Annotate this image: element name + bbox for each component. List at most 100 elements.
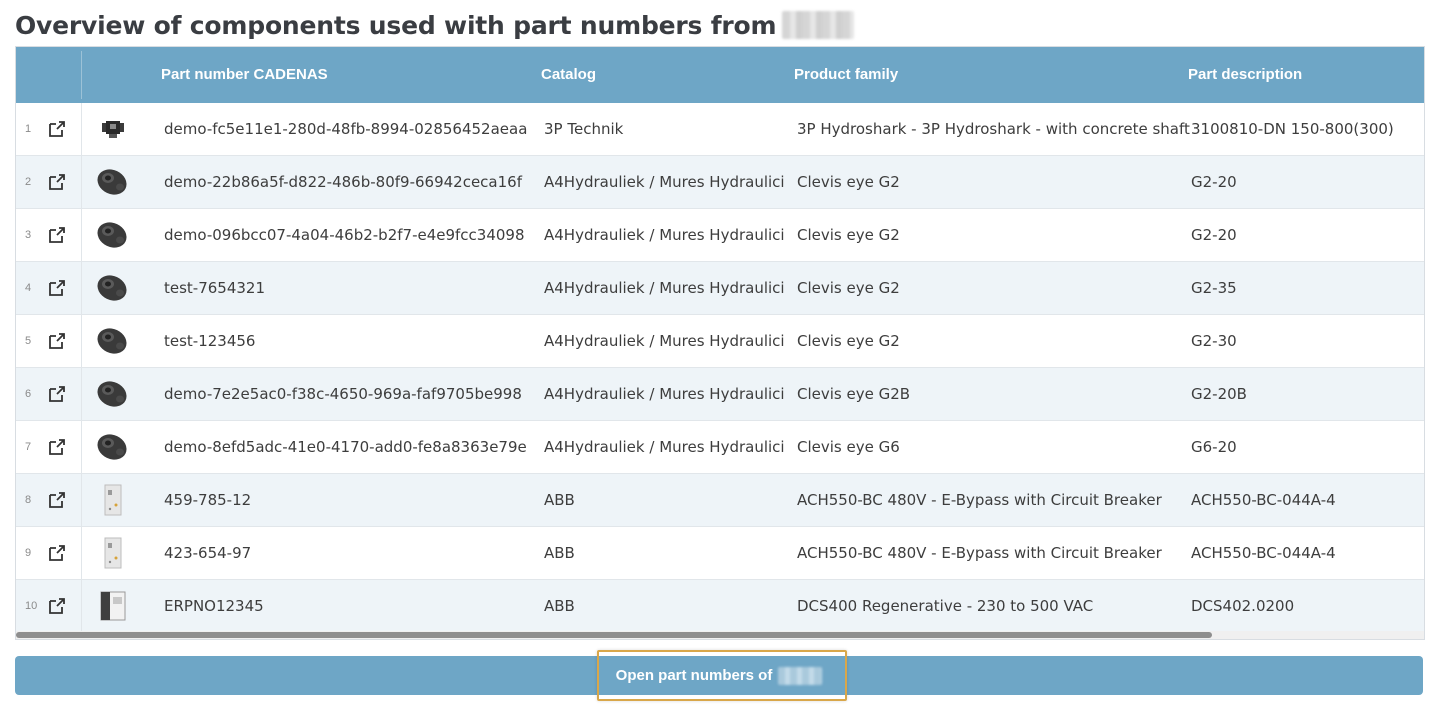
clevis-eye-thumbnail[interactable]	[96, 218, 130, 252]
drive-thumbnail[interactable]	[96, 589, 130, 623]
open-external-icon[interactable]	[48, 544, 66, 562]
row-index: 6	[25, 388, 32, 400]
row-divider	[81, 580, 82, 633]
cell-part-description: G2-20B	[1191, 385, 1247, 403]
horizontal-scrollbar[interactable]	[16, 631, 1424, 639]
row-divider	[81, 315, 82, 368]
row-divider	[81, 421, 82, 474]
cell-catalog: ABB	[544, 544, 575, 562]
dark-part-thumbnail[interactable]	[96, 112, 130, 146]
row-divider	[81, 368, 82, 421]
cell-part-number[interactable]: test-7654321	[164, 262, 265, 315]
scrollbar-thumb[interactable]	[16, 632, 1212, 638]
cell-product-family: Clevis eye G2	[797, 279, 900, 297]
table-row[interactable]: 7 demo-8efd5adc-41e0-4170-add0-fe8a8363e7…	[16, 421, 1424, 474]
cell-catalog: A4Hydrauliek / Mures Hydraulici	[544, 438, 785, 456]
row-index: 9	[25, 547, 32, 559]
row-index: 3	[25, 229, 32, 241]
table-row[interactable]: 10 ERPNO12345 ABB DCS400 Regenerative - 230…	[16, 580, 1424, 633]
row-index: 4	[25, 282, 32, 294]
col-header-catalog[interactable]: Catalog	[541, 47, 596, 103]
col-header-part-description[interactable]: Part description	[1188, 47, 1302, 103]
cabinet-thumbnail[interactable]	[96, 536, 130, 570]
open-external-icon[interactable]	[48, 226, 66, 244]
cell-product-family: Clevis eye G2B	[797, 385, 911, 403]
col-header-part-number[interactable]: Part number CADENAS	[161, 47, 328, 103]
open-external-icon[interactable]	[48, 173, 66, 191]
row-index: 1	[25, 123, 32, 135]
cell-part-number[interactable]: demo-22b86a5f-d822-486b-80f9-66942ceca16…	[164, 156, 522, 209]
table-row[interactable]: 2 demo-22b86a5f-d822-486b-80f9-66942ceca1…	[16, 156, 1424, 209]
page-title: Overview of components used with part nu…	[15, 10, 777, 40]
cell-catalog: A4Hydrauliek / Mures Hydraulici	[544, 279, 785, 297]
cell-part-number[interactable]: ERPNO12345	[164, 580, 264, 633]
cell-part-description: G6-20	[1191, 438, 1237, 456]
open-external-icon[interactable]	[48, 332, 66, 350]
row-index: 7	[25, 441, 32, 453]
cell-product-family: 3P Hydroshark - 3P Hydroshark - with con…	[797, 120, 1190, 138]
cell-part-number[interactable]: demo-fc5e11e1-280d-48fb-8994-02856452aea…	[164, 103, 527, 156]
table-row[interactable]: 4 test-7654321 A4Hydrauliek / Mures Hydrau…	[16, 262, 1424, 315]
row-divider	[81, 156, 82, 209]
table-row[interactable]: 6 demo-7e2e5ac0-f38c-4650-969a-faf9705be9…	[16, 368, 1424, 421]
table-row[interactable]: 1 demo-fc5e11e1-280d-48fb-8994-02856452ae…	[16, 103, 1424, 156]
cell-catalog: ABB	[544, 491, 575, 509]
clevis-eye-thumbnail[interactable]	[96, 271, 130, 305]
table-row[interactable]: 8 459-785-12 ABB ACH550-BC 480V - E-Bypass …	[16, 474, 1424, 527]
clevis-eye-thumbnail[interactable]	[96, 165, 130, 199]
cabinet-thumbnail[interactable]	[96, 483, 130, 517]
cell-part-number[interactable]: demo-096bcc07-4a04-46b2-b2f7-e4e9fcc3409…	[164, 209, 525, 262]
row-divider	[81, 527, 82, 580]
open-part-numbers-label-wrap: Open part numbers of	[15, 656, 1423, 695]
open-external-icon[interactable]	[48, 120, 66, 138]
cell-part-number[interactable]: demo-8efd5adc-41e0-4170-add0-fe8a8363e79…	[164, 421, 527, 474]
cell-part-description: DCS402.0200	[1191, 597, 1295, 615]
cell-product-family: Clevis eye G6	[797, 438, 900, 456]
cell-catalog: A4Hydrauliek / Mures Hydraulici	[544, 385, 785, 403]
open-external-icon[interactable]	[48, 597, 66, 615]
cell-part-description: G2-20	[1191, 226, 1237, 244]
cell-part-description: G2-20	[1191, 173, 1237, 191]
cell-catalog: ABB	[544, 597, 575, 615]
row-divider	[81, 209, 82, 262]
open-external-icon[interactable]	[48, 385, 66, 403]
open-part-numbers-label: Open part numbers of	[615, 667, 773, 684]
row-index: 2	[25, 176, 32, 188]
cell-catalog: A4Hydrauliek / Mures Hydraulici	[544, 226, 785, 244]
cell-catalog: A4Hydrauliek / Mures Hydraulici	[544, 173, 785, 191]
clevis-eye-thumbnail[interactable]	[96, 324, 130, 358]
cell-product-family: Clevis eye G2	[797, 332, 900, 350]
open-external-icon[interactable]	[48, 438, 66, 456]
cell-part-description: ACH550-BC-044A-4	[1191, 544, 1336, 562]
cell-product-family: Clevis eye G2	[797, 173, 900, 191]
cell-product-family: ACH550-BC 480V - E-Bypass with Circuit B…	[797, 491, 1162, 509]
cell-product-family: Clevis eye G2	[797, 226, 900, 244]
cell-part-description: ACH550-BC-044A-4	[1191, 491, 1336, 509]
cell-part-description: G2-35	[1191, 279, 1237, 297]
col-header-product-family[interactable]: Product family	[794, 47, 898, 103]
cell-part-number[interactable]: test-123456	[164, 315, 255, 368]
cell-part-description: G2-30	[1191, 332, 1237, 350]
cell-part-number[interactable]: 459-785-12	[164, 474, 251, 527]
row-divider	[81, 103, 82, 156]
components-table: Part number CADENAS Catalog Product fami…	[15, 46, 1425, 640]
table-header: Part number CADENAS Catalog Product fami…	[16, 47, 1424, 103]
clevis-eye-thumbnail[interactable]	[96, 377, 130, 411]
clevis-eye-thumbnail[interactable]	[96, 430, 130, 464]
table-row[interactable]: 3 demo-096bcc07-4a04-46b2-b2f7-e4e9fcc340…	[16, 209, 1424, 262]
cell-product-family: DCS400 Regenerative - 230 to 500 VAC	[797, 597, 1094, 615]
open-part-numbers-button[interactable]: Open part numbers of	[15, 656, 1423, 695]
redacted-name	[782, 11, 855, 39]
table-row[interactable]: 9 423-654-97 ABB ACH550-BC 480V - E-Bypass …	[16, 527, 1424, 580]
cell-part-number[interactable]: demo-7e2e5ac0-f38c-4650-969a-faf9705be99…	[164, 368, 522, 421]
cell-part-description: 3100810-DN 150-800(300)	[1191, 120, 1394, 138]
row-index: 10	[25, 600, 38, 612]
row-divider	[81, 474, 82, 527]
row-index: 5	[25, 335, 32, 347]
cell-product-family: ACH550-BC 480V - E-Bypass with Circuit B…	[797, 544, 1162, 562]
table-row[interactable]: 5 test-123456 A4Hydrauliek / Mures Hydraul…	[16, 315, 1424, 368]
header-divider	[81, 51, 82, 99]
cell-part-number[interactable]: 423-654-97	[164, 527, 251, 580]
open-external-icon[interactable]	[48, 491, 66, 509]
open-external-icon[interactable]	[48, 279, 66, 297]
